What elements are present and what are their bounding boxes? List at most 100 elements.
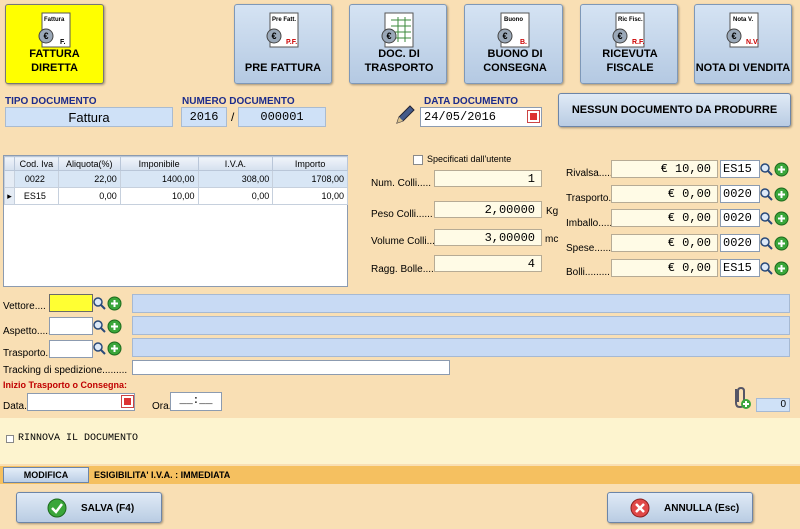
data-documento-label: DATA DOCUMENTO [424,96,519,107]
cell-iva: 0,00 [197,187,274,205]
col-cod-iva[interactable]: Cod. Iva [13,156,59,171]
calendar-icon[interactable] [121,395,134,408]
search-icon[interactable] [92,341,107,356]
col-importo[interactable]: Importo [272,156,348,171]
ricevuta-fiscale-label: RICEVUTA FISCALE [602,48,658,74]
spese-label: Spese....... [566,243,614,254]
add-icon[interactable] [107,296,122,311]
specificati-label: Specificati dall'utente [427,154,512,164]
cell-aliquota: 0,00 [57,187,121,205]
rivalsa-code-field[interactable]: ES15 [720,160,760,178]
table-row[interactable]: 0022 22,00 1400,00 308,00 1708,00 [4,170,348,188]
data-trasporto-label: Data. [3,401,27,412]
salva-button[interactable]: SALVA (F4) [16,492,162,523]
rivalsa-field[interactable]: € 10,00 [611,160,718,178]
add-icon[interactable] [107,341,122,356]
numero-separator: / [231,110,235,124]
col-iva[interactable]: I.V.A. [197,156,274,171]
vettore-description [132,294,790,313]
trasporto-code: 0020 [723,187,752,201]
aspetto-field[interactable] [49,317,93,335]
spese-code: 0020 [723,236,752,250]
spese-field[interactable]: € 0,00 [611,234,718,252]
calendar-icon[interactable] [527,110,540,123]
tracking-field[interactable] [132,360,450,375]
svg-text:R.F.: R.F. [632,39,645,46]
num-colli-field[interactable]: 1 [434,170,542,187]
data-trasporto-field[interactable] [27,393,135,411]
data-documento-field[interactable]: 24/05/2016 [420,107,542,127]
bolli-code: ES15 [723,261,752,275]
row-selector [4,170,15,188]
buono-consegna-label: BUONO DI CONSEGNA [483,48,547,74]
specificati-checkbox[interactable] [413,155,423,165]
nessun-documento-button[interactable]: NESSUN DOCUMENTO DA PRODURRE [558,93,791,127]
ora-field[interactable]: __:__ [170,392,222,411]
num-colli-label: Num. Colli..... [371,178,432,189]
svg-text:Fattura: Fattura [44,17,65,23]
add-icon[interactable] [774,261,789,276]
pre-fattura-button[interactable]: € Pre Fatt. P.F. PRE FATTURA [234,4,332,84]
add-icon[interactable] [774,162,789,177]
search-icon[interactable] [759,211,774,226]
col-imponibile[interactable]: Imponibile [119,156,199,171]
rinnova-label: RINNOVA IL DOCUMENTO [18,433,139,444]
data-documento-value: 24/05/2016 [424,110,497,124]
svg-text:Nota V.: Nota V. [733,17,753,23]
ora-label: Ora. [152,401,172,412]
cancel-icon [630,498,650,518]
table-row[interactable]: ▸ ES15 0,00 10,00 0,00 10,00 [4,187,348,205]
add-icon[interactable] [774,211,789,226]
trasporto-spesa-field[interactable]: € 0,00 [611,185,718,203]
peso-colli-field[interactable]: 2,00000 [434,201,542,218]
col-aliquota[interactable]: Aliquota(%) [57,156,121,171]
bolli-code-field[interactable]: ES15 [720,259,760,277]
trasporto-field[interactable] [49,340,93,358]
doc-trasporto-button[interactable]: € DOC. DI TRASPORTO [349,4,447,84]
search-icon[interactable] [759,236,774,251]
cell-importo: 1708,00 [272,170,348,188]
modifica-button[interactable]: MODIFICA [3,467,89,483]
annulla-button[interactable]: ANNULLA (Esc) [607,492,753,523]
buono-consegna-button[interactable]: € Buono B. BUONO DI CONSEGNA [464,4,563,84]
svg-text:€: € [731,31,736,41]
esigibilita-text: ESIGIBILITA' I.V.A. : IMMEDIATA [94,470,231,480]
fattura-diretta-button[interactable]: € Fattura F. FATTURA DIRETTA [5,4,104,84]
imballo-code-field[interactable]: 0020 [720,209,760,227]
search-icon[interactable] [759,162,774,177]
pre-fattura-label: PRE FATTURA [244,62,322,74]
ricevuta-fiscale-button[interactable]: € Ric Fisc. R.F. RICEVUTA FISCALE [580,4,678,84]
aspetto-label: Aspetto..... [3,326,51,337]
cell-imponibile: 10,00 [119,187,199,205]
spese-code-field[interactable]: 0020 [720,234,760,252]
trasporto-code-field[interactable]: 0020 [720,185,760,203]
add-icon[interactable] [107,319,122,334]
iva-table[interactable]: Cod. Iva Aliquota(%) Imponibile I.V.A. I… [3,155,348,287]
rivalsa-code: ES15 [723,162,752,176]
add-icon[interactable] [774,187,789,202]
search-icon[interactable] [92,296,107,311]
rinnova-checkbox[interactable] [6,435,14,443]
volume-unit: mc [545,234,559,245]
search-icon[interactable] [759,261,774,276]
nota-vendita-button[interactable]: € Nota V. N.V. NOTA DI VENDITA [694,4,792,84]
numero-field: 000001 [238,107,326,127]
svg-text:N.V.: N.V. [746,39,759,46]
pencil-icon[interactable] [394,104,416,126]
cell-iva: 308,00 [197,170,274,188]
bolli-field[interactable]: € 0,00 [611,259,718,277]
ragg-bolle-label: Ragg. Bolle..... [371,264,437,275]
trasporto-spesa-label: Trasporto. [566,193,612,204]
add-icon[interactable] [774,236,789,251]
volume-colli-field[interactable]: 3,00000 [434,229,542,246]
tipo-documento-field: Fattura [5,107,173,127]
attachment-add-icon[interactable] [730,385,752,411]
invoice-doc-icon: € Fattura F. [38,12,70,48]
search-icon[interactable] [92,319,107,334]
ragg-bolle-field[interactable]: 4 [434,255,542,272]
sales-note-doc-icon: € Nota V. N.V. [726,12,759,48]
search-icon[interactable] [759,187,774,202]
vettore-field[interactable] [49,294,93,312]
trasporto-label: Trasporto. [3,348,49,359]
imballo-field[interactable]: € 0,00 [611,209,718,227]
